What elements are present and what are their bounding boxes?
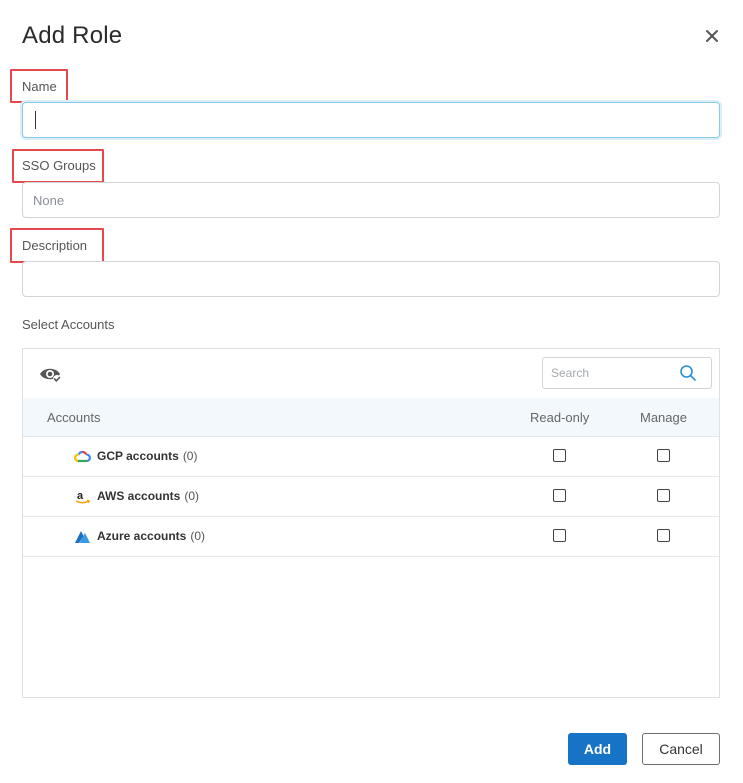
gcp-cloud-icon [74, 450, 91, 463]
read-only-checkbox[interactable] [553, 489, 566, 502]
read-only-checkbox[interactable] [553, 449, 566, 462]
view-selected-toggle[interactable] [39, 365, 63, 385]
column-read-only: Read-only [530, 410, 590, 425]
account-row-aws: a AWS accounts (0) [23, 477, 719, 517]
select-accounts-label: Select Accounts [22, 317, 115, 332]
search-icon[interactable] [679, 364, 697, 382]
description-label: Description [22, 238, 88, 253]
cancel-button[interactable]: Cancel [642, 733, 720, 765]
azure-icon [75, 531, 90, 543]
description-input[interactable] [22, 261, 720, 297]
amazon-icon: a [75, 490, 91, 504]
accounts-panel: Accounts Read-only Manage GCP accounts(0… [22, 348, 720, 698]
name-input[interactable] [22, 102, 720, 138]
accounts-table-header: Accounts Read-only Manage [23, 398, 719, 437]
manage-checkbox[interactable] [657, 449, 670, 462]
accounts-search[interactable] [542, 357, 712, 389]
close-button[interactable] [702, 26, 722, 46]
account-row-gcp: GCP accounts (0) [23, 437, 719, 477]
svg-text:a: a [77, 490, 84, 502]
column-manage: Manage [640, 410, 687, 425]
account-name: Azure accounts (0) [97, 529, 206, 543]
manage-checkbox[interactable] [657, 529, 670, 542]
add-button[interactable]: Add [568, 733, 627, 765]
sso-groups-label: SSO Groups [22, 158, 96, 173]
close-icon [706, 30, 718, 42]
account-row-azure: Azure accounts (0) [23, 517, 719, 557]
name-label: Name [22, 79, 57, 94]
manage-checkbox[interactable] [657, 489, 670, 502]
accounts-search-input[interactable] [543, 358, 673, 388]
eye-check-icon [40, 368, 61, 383]
read-only-checkbox[interactable] [553, 529, 566, 542]
sso-groups-input[interactable] [22, 182, 720, 218]
column-accounts: Accounts [47, 410, 101, 425]
account-name: GCP accounts (0) [97, 449, 198, 463]
account-name: AWS accounts (0) [97, 489, 200, 503]
text-caret [35, 111, 36, 129]
dialog-title: Add Role [22, 22, 123, 49]
